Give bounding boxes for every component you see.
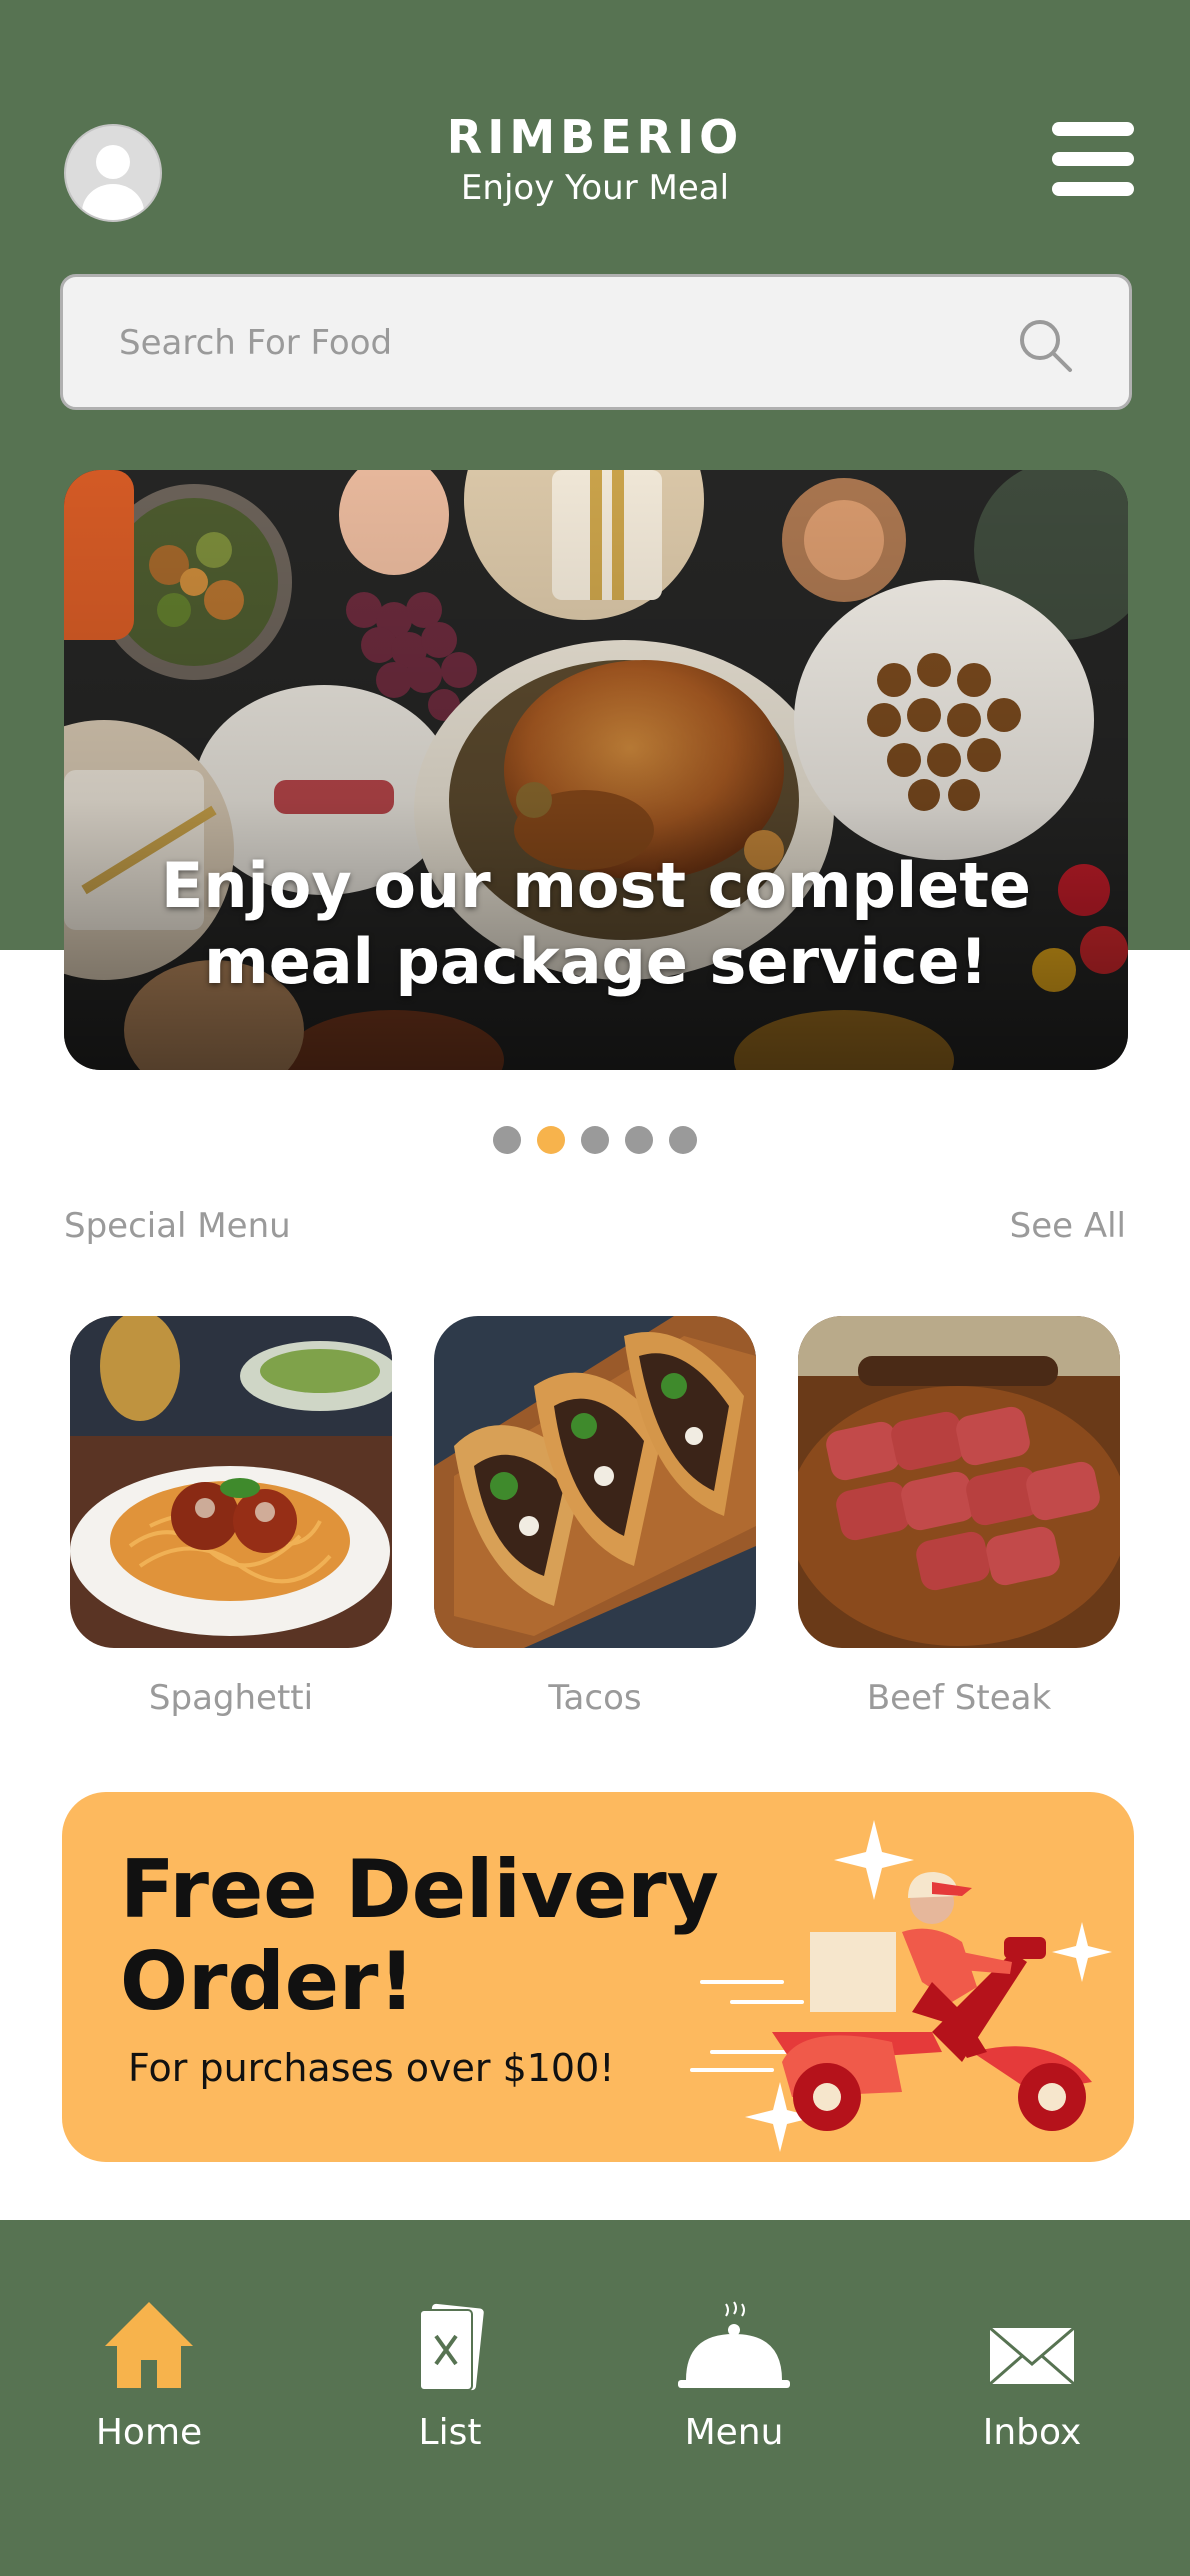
search-input[interactable] xyxy=(117,277,1021,409)
carousel-dot[interactable] xyxy=(669,1126,697,1154)
beef-steak-photo xyxy=(798,1316,1120,1648)
special-menu-title: Special Menu xyxy=(64,1206,291,1246)
search-icon[interactable] xyxy=(1016,316,1074,374)
promo-title: Free Delivery Order! xyxy=(120,1844,719,2028)
nav-label-inbox: Inbox xyxy=(982,2412,1082,2453)
nav-label-list: List xyxy=(418,2412,482,2453)
banner-headline: Enjoy our most complete meal package ser… xyxy=(64,848,1128,1000)
carousel-dot[interactable] xyxy=(581,1126,609,1154)
menu-card-label: Beef Steak xyxy=(866,1678,1052,1718)
envelope-icon xyxy=(989,2326,1075,2386)
tacos-photo xyxy=(434,1316,756,1648)
promo-subtitle: For purchases over $100! xyxy=(128,2046,615,2090)
app-tagline: Enjoy Your Meal xyxy=(460,168,730,208)
banner-headline-line1: Enjoy our most complete xyxy=(161,849,1031,922)
nav-label-menu: Menu xyxy=(684,2412,784,2453)
delivery-scooter-icon xyxy=(690,1820,1112,2152)
menu-bar-bottom xyxy=(1052,182,1134,196)
carousel-indicator xyxy=(0,1126,1190,1154)
nav-item-inbox[interactable]: Inbox xyxy=(932,2300,1132,2460)
home-icon xyxy=(105,2302,193,2388)
nav-label-home: Home xyxy=(95,2412,203,2453)
hamburger-menu-button[interactable] xyxy=(1052,122,1134,196)
promo-title-line2: Order! xyxy=(120,1935,415,2028)
carousel-dot[interactable] xyxy=(493,1126,521,1154)
menu-card-beef-steak[interactable] xyxy=(798,1316,1120,1648)
menu-card-label: Spaghetti xyxy=(148,1678,314,1718)
menu-card-spaghetti[interactable] xyxy=(70,1316,392,1648)
menu-card-tacos[interactable] xyxy=(434,1316,756,1648)
app-brand-name: RIMBERIO xyxy=(446,110,744,164)
carousel-dot-active[interactable] xyxy=(537,1126,565,1154)
list-menu-card-icon xyxy=(419,2303,484,2391)
spaghetti-photo xyxy=(70,1316,392,1648)
nav-item-menu[interactable]: Menu xyxy=(634,2300,834,2460)
banner-headline-line2: meal package service! xyxy=(204,925,988,998)
free-delivery-promo[interactable]: Free Delivery Order! For purchases over … xyxy=(62,1792,1134,2162)
menu-bar-top xyxy=(1052,122,1134,136)
carousel-dot[interactable] xyxy=(625,1126,653,1154)
nav-item-home[interactable]: Home xyxy=(49,2300,249,2460)
food-cloche-icon xyxy=(678,2301,790,2388)
hero-banner[interactable]: Enjoy our most complete meal package ser… xyxy=(64,470,1128,1070)
promo-title-line1: Free Delivery xyxy=(120,1843,719,1936)
menu-bar-middle xyxy=(1052,152,1134,166)
see-all-link[interactable]: See All xyxy=(1010,1206,1126,1246)
search-bar[interactable] xyxy=(60,274,1132,410)
nav-item-list[interactable]: List xyxy=(350,2300,550,2460)
menu-card-label: Tacos xyxy=(548,1678,642,1718)
